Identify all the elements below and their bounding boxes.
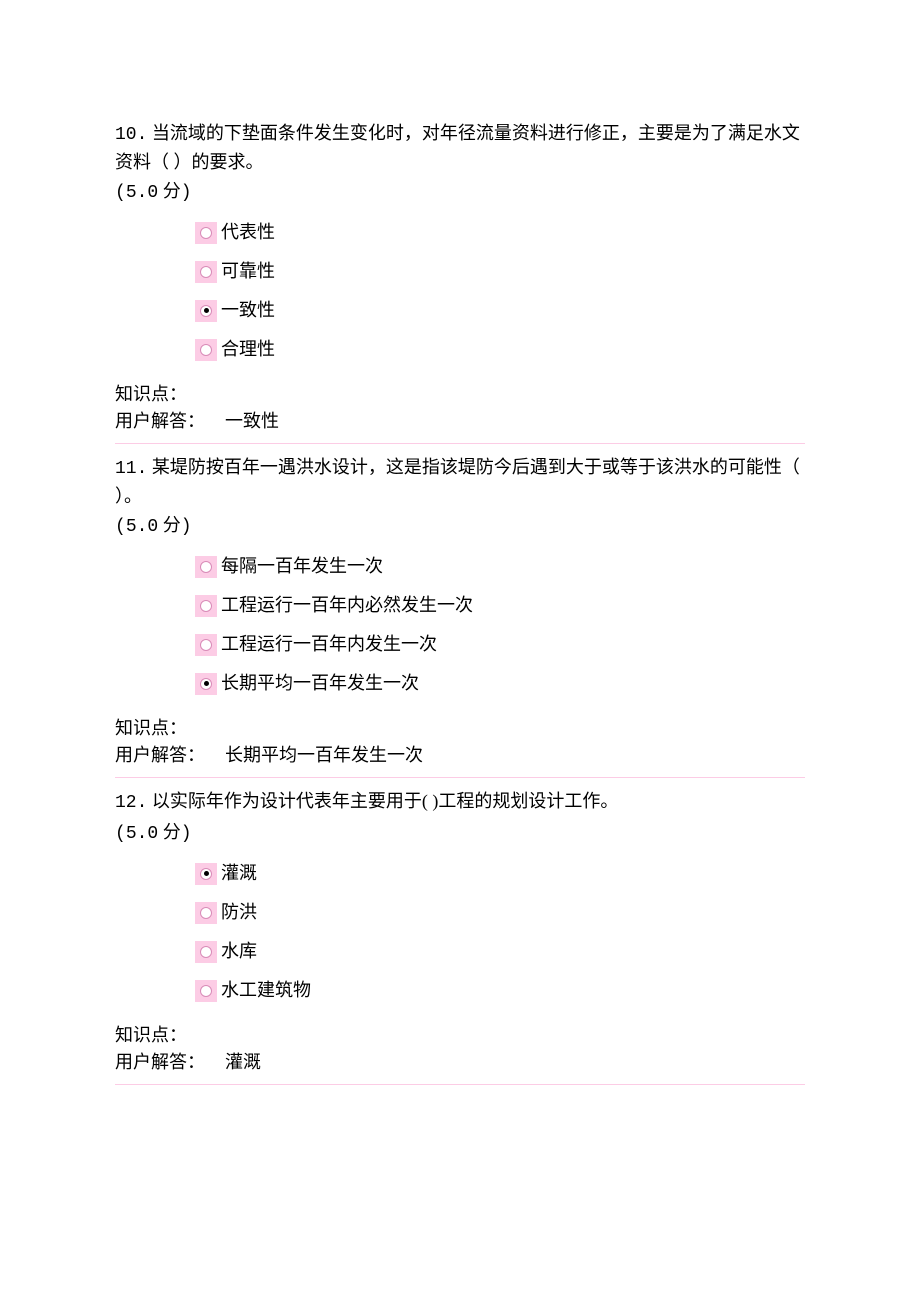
knowledge-point-label: 知识点： [115,715,225,742]
option-label: 防洪 [219,899,257,926]
options-list: 代表性 可靠性 一致性 合理性 [115,219,805,363]
user-answer-label: 用户解答： [115,1049,225,1076]
divider [115,443,805,444]
question-points: (5.0 分) [115,819,805,848]
answer-block: 知识点： 用户解答： 一致性 [115,381,805,435]
option-item[interactable]: 合理性 [195,336,805,363]
option-item[interactable]: 代表性 [195,219,805,246]
radio-icon[interactable] [195,300,217,322]
knowledge-point-label: 知识点： [115,1022,225,1049]
radio-icon[interactable] [195,941,217,963]
user-answer-value: 长期平均一百年发生一次 [225,742,423,769]
option-item[interactable]: 长期平均一百年发生一次 [195,670,805,697]
user-answer-value: 灌溉 [225,1049,261,1076]
option-label: 水库 [219,938,257,965]
question-number: 12. [115,793,147,813]
question-text: 11. 某堤防按百年一遇洪水设计，这是指该堤防今后遇到大于或等于该洪水的可能性（… [115,454,805,510]
option-label: 一致性 [219,297,275,324]
question-block: 11. 某堤防按百年一遇洪水设计，这是指该堤防今后遇到大于或等于该洪水的可能性（… [115,454,805,769]
user-answer-value: 一致性 [225,408,279,435]
radio-icon[interactable] [195,980,217,1002]
option-item[interactable]: 水库 [195,938,805,965]
question-body: 以实际年作为设计代表年主要用于( )工程的规划设计工作。 [152,791,619,811]
option-label: 水工建筑物 [219,977,311,1004]
options-list: 每隔一百年发生一次 工程运行一百年内必然发生一次 工程运行一百年内发生一次 长期… [115,553,805,697]
option-item[interactable]: 防洪 [195,899,805,926]
radio-icon[interactable] [195,863,217,885]
answer-block: 知识点： 用户解答： 长期平均一百年发生一次 [115,715,805,769]
option-label: 工程运行一百年内必然发生一次 [219,592,473,619]
option-label: 合理性 [219,336,275,363]
option-item[interactable]: 一致性 [195,297,805,324]
question-number: 10. [115,125,147,145]
question-text: 12. 以实际年作为设计代表年主要用于( )工程的规划设计工作。 [115,788,805,817]
option-item[interactable]: 工程运行一百年内发生一次 [195,631,805,658]
radio-icon[interactable] [195,595,217,617]
radio-icon[interactable] [195,556,217,578]
option-item[interactable]: 灌溉 [195,860,805,887]
option-label: 代表性 [219,219,275,246]
radio-icon[interactable] [195,261,217,283]
option-label: 长期平均一百年发生一次 [219,670,419,697]
option-item[interactable]: 工程运行一百年内必然发生一次 [195,592,805,619]
option-label: 每隔一百年发生一次 [219,553,383,580]
question-points: (5.0 分) [115,512,805,541]
radio-icon[interactable] [195,339,217,361]
knowledge-point-label: 知识点： [115,381,225,408]
radio-icon[interactable] [195,222,217,244]
question-points: (5.0 分) [115,178,805,207]
divider [115,777,805,778]
divider [115,1084,805,1085]
answer-block: 知识点： 用户解答： 灌溉 [115,1022,805,1076]
options-list: 灌溉 防洪 水库 水工建筑物 [115,860,805,1004]
question-body: 某堤防按百年一遇洪水设计，这是指该堤防今后遇到大于或等于该洪水的可能性（ ）。 [115,457,800,506]
user-answer-label: 用户解答： [115,408,225,435]
user-answer-label: 用户解答： [115,742,225,769]
question-block: 10. 当流域的下垫面条件发生变化时，对年径流量资料进行修正，主要是为了满足水文… [115,120,805,435]
option-label: 工程运行一百年内发生一次 [219,631,437,658]
option-label: 可靠性 [219,258,275,285]
question-block: 12. 以实际年作为设计代表年主要用于( )工程的规划设计工作。 (5.0 分)… [115,788,805,1076]
option-item[interactable]: 每隔一百年发生一次 [195,553,805,580]
radio-icon[interactable] [195,634,217,656]
question-number: 11. [115,459,147,479]
question-text: 10. 当流域的下垫面条件发生变化时，对年径流量资料进行修正，主要是为了满足水文… [115,120,805,176]
radio-icon[interactable] [195,673,217,695]
option-item[interactable]: 水工建筑物 [195,977,805,1004]
question-body: 当流域的下垫面条件发生变化时，对年径流量资料进行修正，主要是为了满足水文资料（ … [115,123,800,172]
option-label: 灌溉 [219,860,257,887]
radio-icon[interactable] [195,902,217,924]
option-item[interactable]: 可靠性 [195,258,805,285]
